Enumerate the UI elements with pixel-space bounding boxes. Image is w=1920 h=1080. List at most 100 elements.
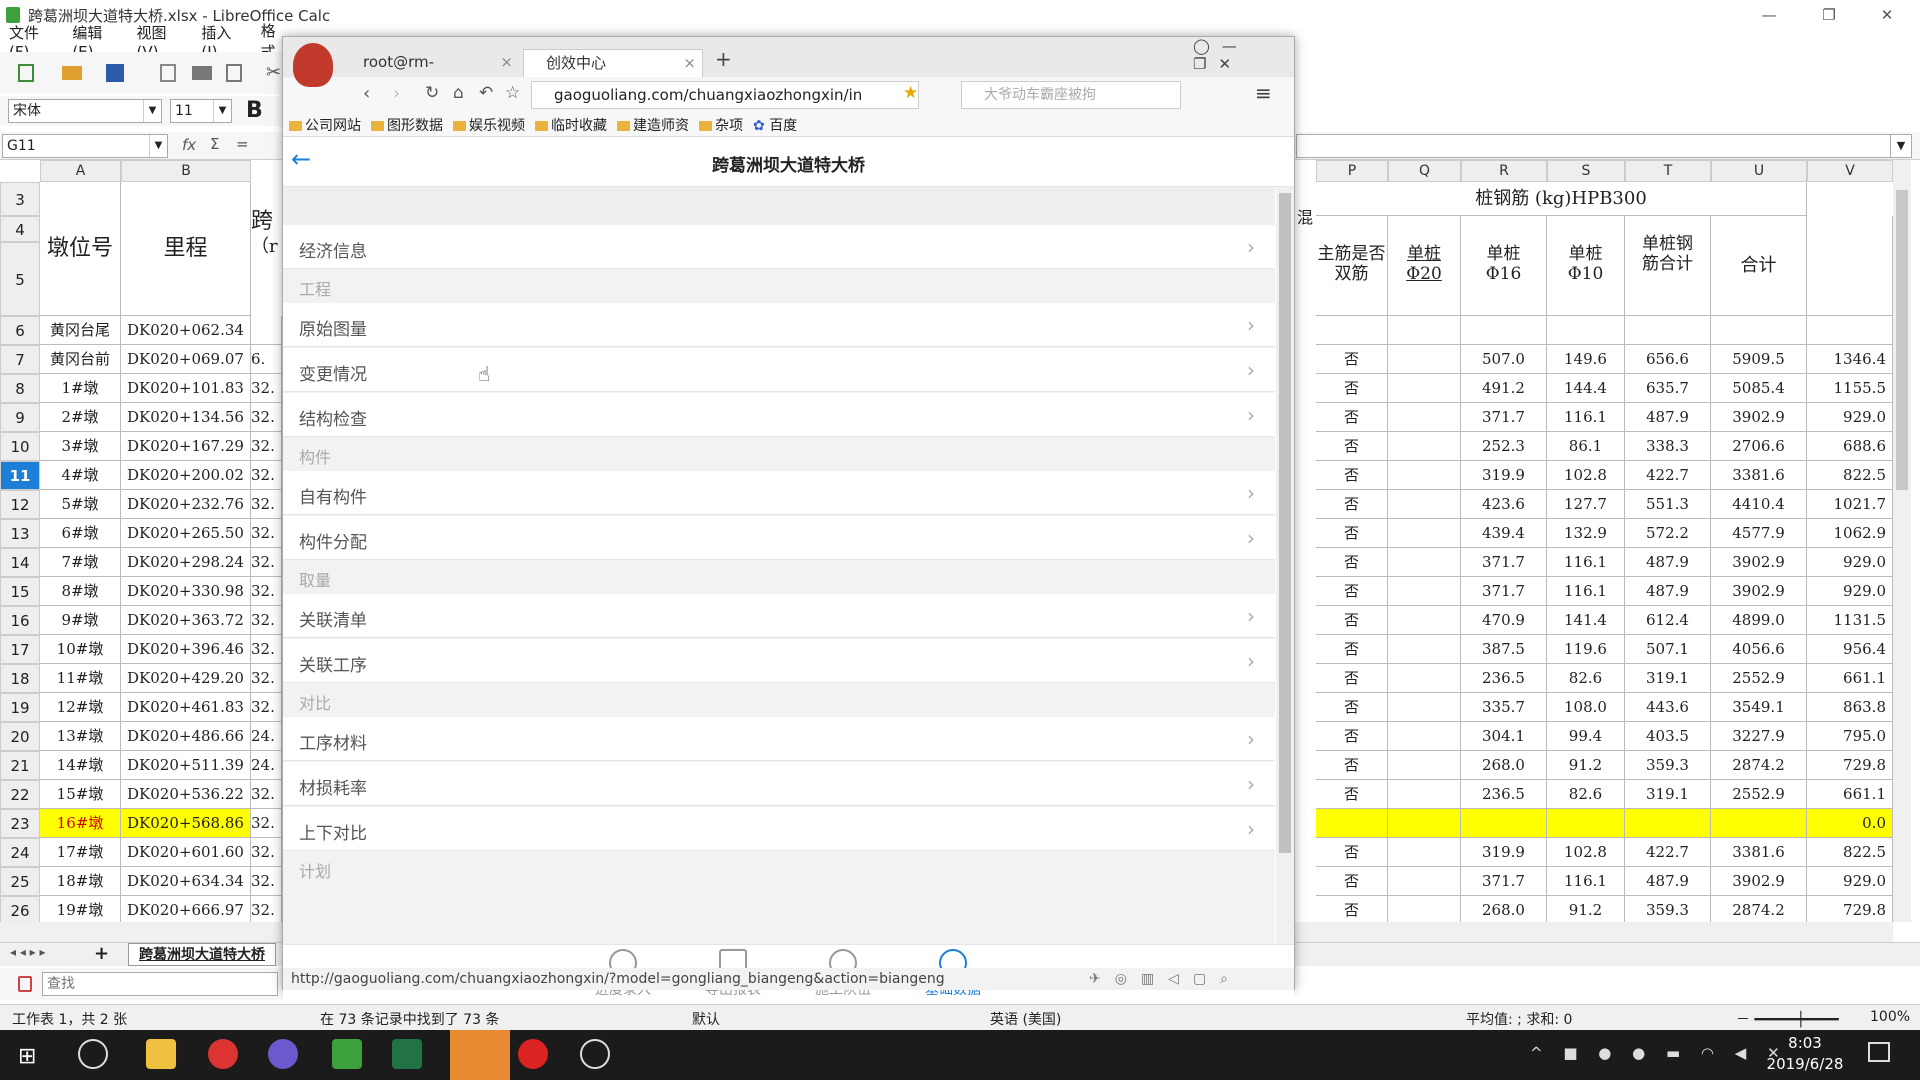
- total-cell[interactable]: 2552.9: [1711, 664, 1807, 693]
- menu-item[interactable]: 结构检查 ›: [283, 393, 1275, 437]
- name-box[interactable]: G11 ▼: [2, 134, 168, 158]
- mileage-cell[interactable]: DK020+511.39: [121, 751, 251, 780]
- total-cell[interactable]: 3902.9: [1711, 577, 1807, 606]
- export-pdf-icon[interactable]: [160, 64, 176, 82]
- open-icon[interactable]: [62, 66, 82, 80]
- double-cell[interactable]: 否: [1316, 838, 1388, 867]
- phi10-cell[interactable]: 116.1: [1547, 577, 1625, 606]
- total-cell[interactable]: 3902.9: [1711, 403, 1807, 432]
- total-cell[interactable]: 2552.9: [1711, 780, 1807, 809]
- v-cell[interactable]: 729.8: [1807, 751, 1893, 780]
- mileage-cell[interactable]: DK020+101.83: [121, 374, 251, 403]
- single-total-cell[interactable]: [1625, 809, 1711, 838]
- single-total-cell[interactable]: 422.7: [1625, 838, 1711, 867]
- span-cell[interactable]: 32.: [251, 519, 282, 548]
- phi10-cell[interactable]: [1547, 316, 1625, 345]
- row-header[interactable]: 16: [0, 606, 40, 635]
- double-cell[interactable]: [1316, 316, 1388, 345]
- total-cell[interactable]: 2706.6: [1711, 432, 1807, 461]
- start-icon[interactable]: ⊞: [18, 1044, 36, 1069]
- single-total-cell[interactable]: 656.6: [1625, 345, 1711, 374]
- tray-icons[interactable]: ^ ■ ● ● ▬ ◠ ◀ ✕: [1530, 1044, 1788, 1062]
- pier-cell[interactable]: 12#墩: [40, 693, 121, 722]
- pier-cell[interactable]: 3#墩: [40, 432, 121, 461]
- phi10-cell[interactable]: 149.6: [1547, 345, 1625, 374]
- span-cell[interactable]: 32.: [251, 635, 282, 664]
- row-header-4[interactable]: 4: [0, 216, 40, 242]
- v-cell[interactable]: 822.5: [1807, 838, 1893, 867]
- v-cell[interactable]: 1021.7: [1807, 490, 1893, 519]
- menu-item[interactable]: 关联清单 ›: [283, 594, 1275, 638]
- phi20-cell[interactable]: [1388, 490, 1461, 519]
- menu-item[interactable]: 原始图量 ›: [283, 303, 1275, 347]
- mileage-cell[interactable]: DK020+536.22: [121, 780, 251, 809]
- phi16-cell[interactable]: 387.5: [1461, 635, 1547, 664]
- mileage-cell[interactable]: DK020+330.98: [121, 577, 251, 606]
- clock-date[interactable]: 2019/6/28: [1752, 1055, 1858, 1073]
- phi16-cell[interactable]: 507.0: [1461, 345, 1547, 374]
- total-cell[interactable]: 3381.6: [1711, 838, 1807, 867]
- single-total-cell[interactable]: 403.5: [1625, 722, 1711, 751]
- menu-item[interactable]: 关联工序 ›: [283, 639, 1275, 683]
- bookmark-company[interactable]: 公司网站: [289, 115, 361, 135]
- new-tab-icon[interactable]: +: [715, 47, 732, 71]
- phi16-cell[interactable]: 371.7: [1461, 403, 1547, 432]
- phi20-cell[interactable]: [1388, 461, 1461, 490]
- phi10-cell[interactable]: 119.6: [1547, 635, 1625, 664]
- span-cell[interactable]: 6.: [251, 345, 282, 374]
- forward-icon[interactable]: ›: [393, 83, 400, 104]
- mileage-cell[interactable]: DK020+062.34: [121, 316, 251, 345]
- mileage-cell[interactable]: DK020+486.66: [121, 722, 251, 751]
- phi20-cell[interactable]: [1388, 316, 1461, 345]
- double-cell[interactable]: 否: [1316, 780, 1388, 809]
- single-total-cell[interactable]: 359.3: [1625, 751, 1711, 780]
- menu-item[interactable]: 变更情况 ›: [283, 348, 1275, 392]
- pier-cell[interactable]: 1#墩: [40, 374, 121, 403]
- mileage-cell[interactable]: DK020+429.20: [121, 664, 251, 693]
- phi16-cell[interactable]: 371.7: [1461, 577, 1547, 606]
- tab-root[interactable]: root@rm-bp15cye21y ×: [341, 49, 519, 97]
- bookmark-misc[interactable]: 杂项: [699, 115, 743, 135]
- pier-cell[interactable]: 16#墩: [40, 809, 121, 838]
- span-cell[interactable]: 32.: [251, 403, 282, 432]
- menu-item[interactable]: 经济信息 ›: [283, 225, 1275, 269]
- double-cell[interactable]: 否: [1316, 722, 1388, 751]
- pier-cell[interactable]: 11#墩: [40, 664, 121, 693]
- sum-icon[interactable]: Σ: [210, 135, 219, 153]
- phi10-cell[interactable]: 82.6: [1547, 664, 1625, 693]
- cut-icon[interactable]: ✂: [266, 62, 281, 83]
- phi16-cell[interactable]: 319.9: [1461, 461, 1547, 490]
- minimize-button[interactable]: —: [1746, 0, 1792, 30]
- v-cell[interactable]: 661.1: [1807, 780, 1893, 809]
- single-total-cell[interactable]: 551.3: [1625, 490, 1711, 519]
- zoom-level[interactable]: 100%: [1870, 1009, 1910, 1025]
- pier-cell[interactable]: 7#墩: [40, 548, 121, 577]
- search-box[interactable]: 大爷动车霸座被拘: [961, 81, 1181, 109]
- mileage-cell[interactable]: DK020+200.02: [121, 461, 251, 490]
- pier-cell[interactable]: 13#墩: [40, 722, 121, 751]
- single-total-cell[interactable]: 612.4: [1625, 606, 1711, 635]
- total-cell[interactable]: [1711, 316, 1807, 345]
- row-header[interactable]: 15: [0, 577, 40, 606]
- column-header-b[interactable]: B: [121, 160, 251, 182]
- app-icon-1[interactable]: [78, 1039, 108, 1069]
- phi20-cell[interactable]: [1388, 722, 1461, 751]
- pier-cell[interactable]: 8#墩: [40, 577, 121, 606]
- column-header-t[interactable]: T: [1625, 160, 1711, 182]
- phi16-cell[interactable]: [1461, 316, 1547, 345]
- pier-cell[interactable]: 黄冈台尾: [40, 316, 121, 345]
- total-cell[interactable]: 3381.6: [1711, 461, 1807, 490]
- row-header[interactable]: 23: [0, 809, 40, 838]
- single-total-cell[interactable]: 422.7: [1625, 461, 1711, 490]
- row-header-5[interactable]: 5: [0, 242, 40, 316]
- v-cell[interactable]: 1346.4: [1807, 345, 1893, 374]
- equals-icon[interactable]: =: [236, 135, 249, 153]
- refresh-icon[interactable]: ↻: [425, 83, 439, 103]
- mileage-cell[interactable]: DK020+232.76: [121, 490, 251, 519]
- phi10-cell[interactable]: 127.7: [1547, 490, 1625, 519]
- menu-item[interactable]: 构件分配 ›: [283, 516, 1275, 560]
- mileage-cell[interactable]: DK020+601.60: [121, 838, 251, 867]
- phi20-cell[interactable]: [1388, 519, 1461, 548]
- tab-active[interactable]: 创效中心 ×: [523, 49, 703, 77]
- span-cell[interactable]: 32.: [251, 780, 282, 809]
